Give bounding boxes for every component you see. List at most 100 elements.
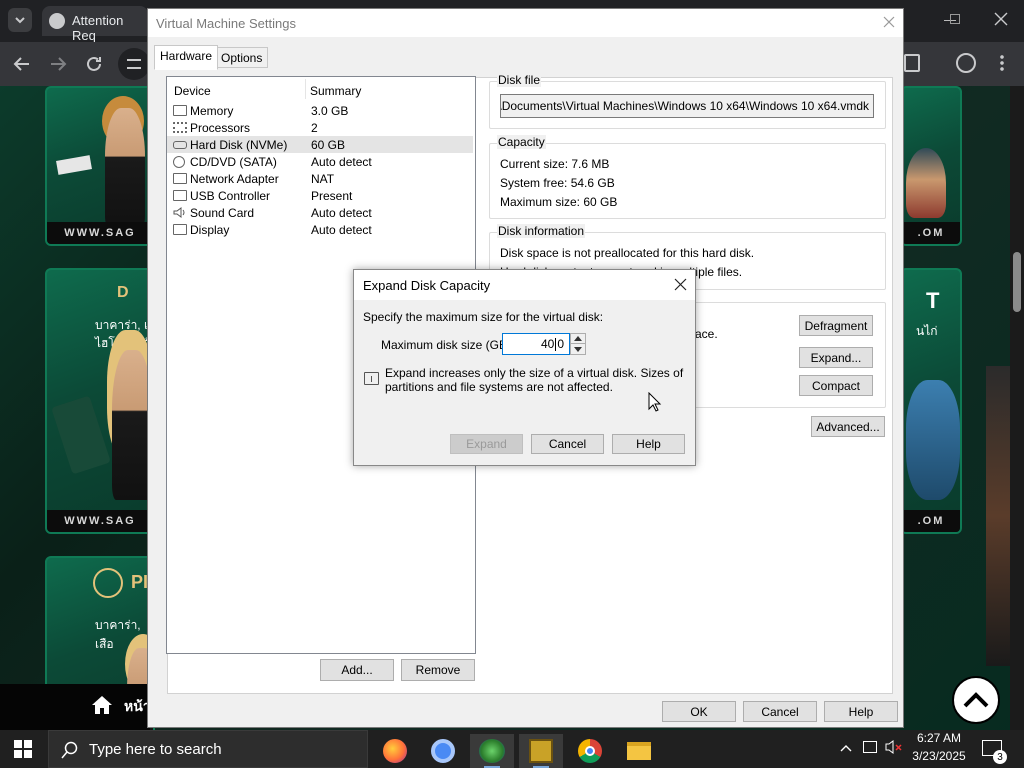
device-name: Display <box>190 222 230 237</box>
brand-logo: PI <box>131 572 149 592</box>
promo-banner-1[interactable]: WWW.SAG <box>45 86 155 246</box>
device-row-sound[interactable]: Sound Card Auto detect <box>167 204 473 221</box>
back-arrow-icon[interactable] <box>12 54 32 77</box>
max-disk-size-input[interactable]: 40 0 <box>502 333 570 355</box>
expand-button[interactable]: Expand... <box>799 347 873 368</box>
device-row-display[interactable]: Display Auto detect <box>167 221 473 238</box>
expand-dialog-titlebar: Expand Disk Capacity <box>354 270 695 300</box>
device-name: Sound Card <box>190 205 255 220</box>
device-summary: 60 GB <box>311 137 346 152</box>
chrome-taskbar-button[interactable] <box>568 734 612 768</box>
hard-disk-icon <box>173 140 187 149</box>
brand-letter: T <box>926 288 940 313</box>
note-line-1: Expand increases only the size of a virt… <box>385 366 684 380</box>
chromium-taskbar-button[interactable] <box>421 734 465 768</box>
clock-time[interactable]: 6:27 AM <box>908 731 970 745</box>
device-row-cd-dvd[interactable]: CD/DVD (SATA) Auto detect <box>167 153 473 170</box>
more-menu-icon[interactable] <box>1000 54 1004 72</box>
device-row-memory[interactable]: Memory 3.0 GB <box>167 102 473 119</box>
column-header-device[interactable]: Device <box>174 84 211 98</box>
device-summary: Auto detect <box>311 154 372 169</box>
close-icon[interactable] <box>674 278 687 294</box>
column-header-summary[interactable]: Summary <box>310 84 361 98</box>
disk-file-path: \BNET\Documents\Virtual Machines\Windows… <box>500 99 869 113</box>
forward-arrow-icon[interactable] <box>48 54 68 77</box>
dialog-title: Expand Disk Capacity <box>363 278 491 293</box>
size-stepper[interactable] <box>570 333 586 355</box>
volume-muted-icon[interactable] <box>885 739 903 758</box>
network-tray-icon[interactable] <box>863 741 877 753</box>
close-window-icon[interactable] <box>994 12 1008 29</box>
capacity-group: Capacity Current size: 7.6 MB System fre… <box>489 135 886 219</box>
advanced-button[interactable]: Advanced... <box>811 416 885 437</box>
partial-banner <box>986 366 1010 666</box>
note-line-2: partitions and file systems are not affe… <box>385 380 613 394</box>
notification-count-badge: 3 <box>993 750 1007 764</box>
home-icon[interactable] <box>90 694 114 716</box>
clock-date[interactable]: 3/23/2025 <box>908 749 970 763</box>
add-device-button[interactable]: Add... <box>320 659 394 681</box>
vmware-taskbar-button[interactable] <box>519 734 563 768</box>
tab-options[interactable]: Options <box>215 47 269 68</box>
taskbar-search-box[interactable]: Type here to search <box>48 730 368 768</box>
column-divider[interactable] <box>305 79 306 99</box>
disk-file-path-field[interactable]: \BNET\Documents\Virtual Machines\Windows… <box>500 94 874 118</box>
firefox-taskbar-button[interactable] <box>373 734 417 768</box>
device-row-usb[interactable]: USB Controller Present <box>167 187 473 204</box>
promo-banner-right-2[interactable]: T นไก่ .OM <box>900 268 962 534</box>
tab-hardware[interactable]: Hardware <box>154 45 219 70</box>
banner-footer: WWW.SAG <box>47 222 153 244</box>
scroll-to-top-button[interactable] <box>952 676 1000 724</box>
input-value-part: 40 <box>540 337 555 351</box>
extensions-icon[interactable] <box>904 54 920 72</box>
cancel-button[interactable]: Cancel <box>531 434 604 454</box>
defragment-button[interactable]: Defragment <box>799 315 873 336</box>
help-button[interactable]: Help <box>612 434 685 454</box>
restore-icon[interactable] <box>950 14 960 24</box>
compact-button[interactable]: Compact <box>799 375 873 396</box>
browser-tab[interactable]: Attention Req <box>42 6 148 43</box>
search-placeholder: Type here to search <box>89 741 222 758</box>
stepper-down-button[interactable] <box>571 345 585 354</box>
page-scrollbar[interactable] <box>1010 86 1024 730</box>
site-info-button[interactable] <box>118 48 150 80</box>
disk-info-line: Disk space is not preallocated for this … <box>500 246 755 260</box>
device-row-network[interactable]: Network Adapter NAT <box>167 170 473 187</box>
chromium-icon <box>431 739 455 763</box>
banner-footer: .OM <box>902 510 960 532</box>
tab-title: Attention Req <box>72 13 124 43</box>
device-summary: Present <box>311 188 353 203</box>
search-icon <box>61 741 79 762</box>
tab-search-button[interactable] <box>8 8 32 32</box>
group-heading: Capacity <box>497 135 546 149</box>
windows-start-icon[interactable] <box>14 740 32 758</box>
promo-banner-2[interactable]: D บาคาร่า, เ ไฮโล, กำถั WWW.SAG <box>45 268 155 534</box>
promo-banner-right-1[interactable]: .OM <box>900 86 962 246</box>
device-row-processors[interactable]: Processors 2 <box>167 119 473 136</box>
file-explorer-taskbar-button[interactable] <box>617 734 661 768</box>
device-name: Network Adapter <box>190 171 279 186</box>
chevron-up-icon[interactable] <box>840 742 852 756</box>
close-icon[interactable] <box>882 15 896 32</box>
memory-icon <box>173 105 187 116</box>
expand-confirm-button[interactable]: Expand <box>450 434 523 454</box>
current-size-text: Current size: 7.6 MB <box>500 157 610 171</box>
help-button[interactable]: Help <box>824 701 898 722</box>
ok-button[interactable]: OK <box>662 701 736 722</box>
chrome-icon <box>578 739 602 763</box>
promo-text: นไก่ <box>916 324 938 338</box>
device-summary: 2 <box>311 120 318 135</box>
device-name: Processors <box>190 120 251 135</box>
chevron-down-icon <box>15 17 25 24</box>
scrollbar-thumb[interactable] <box>1013 252 1021 312</box>
globe-app-taskbar-button[interactable] <box>470 734 514 768</box>
instruction-text: Specify the maximum size for the virtual… <box>363 310 604 324</box>
remove-device-button[interactable]: Remove <box>401 659 475 681</box>
reload-icon[interactable] <box>84 54 104 77</box>
device-row-hard-disk[interactable]: Hard Disk (NVMe) 60 GB <box>167 136 473 153</box>
player-image <box>906 380 960 500</box>
stepper-up-button[interactable] <box>571 334 585 344</box>
cancel-button[interactable]: Cancel <box>743 701 817 722</box>
triangle-up-icon <box>574 336 582 341</box>
profile-icon[interactable] <box>956 53 976 73</box>
